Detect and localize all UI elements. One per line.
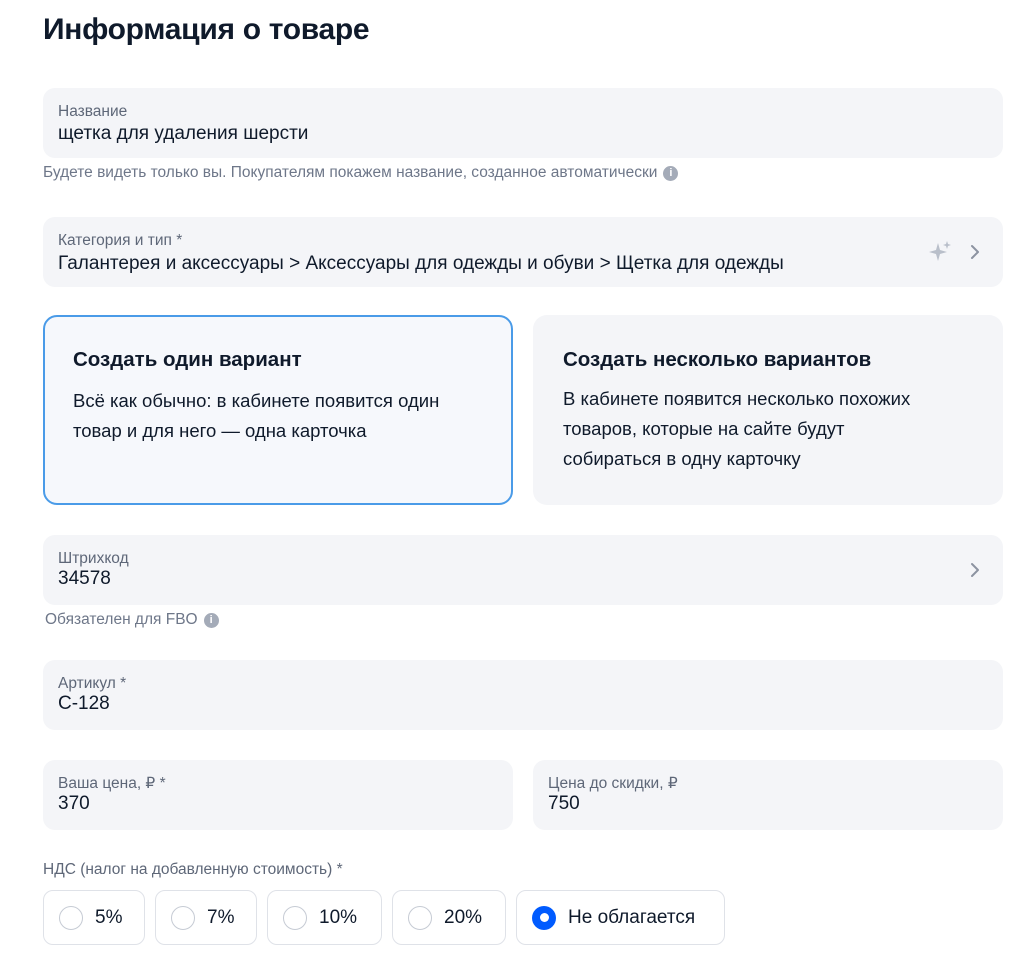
vat-option-7[interactable]: 7% — [155, 890, 257, 945]
variant-single-desc-line: товар и для него — одна карточка — [73, 420, 367, 441]
price-field[interactable]: Ваша цена, ₽ * 370 — [43, 760, 513, 830]
vat-option-5[interactable]: 5% — [43, 890, 145, 945]
chevron-right-icon[interactable] — [965, 242, 985, 262]
name-field-label: Название — [58, 103, 128, 120]
category-field-value: Галантерея и аксессуары > Аксессуары для… — [58, 253, 784, 274]
article-field[interactable]: Артикул * С-128 — [43, 660, 1003, 730]
vat-option-label: 7% — [207, 906, 235, 928]
barcode-field-label: Штрихкод — [58, 550, 129, 567]
variant-multiple-title: Создать несколько вариантов — [563, 348, 872, 371]
variant-multiple-desc: В кабинете появится несколько похожих то… — [563, 384, 910, 474]
article-field-value[interactable]: С-128 — [58, 693, 110, 715]
article-field-label: Артикул * — [58, 675, 127, 692]
price-field-label: Ваша цена, ₽ * — [58, 775, 166, 792]
old-price-field-label: Цена до скидки, ₽ — [548, 775, 678, 792]
name-field-value[interactable]: щетка для удаления шерсти — [58, 123, 308, 145]
radio-button[interactable] — [408, 905, 432, 930]
vat-option-label: Не облагается — [568, 906, 696, 928]
vat-option-label: 5% — [95, 906, 123, 928]
variant-single-card[interactable]: Создать один вариант Всё как обычно: в к… — [43, 315, 513, 505]
barcode-field-value: 34578 — [58, 568, 111, 589]
vat-option-20[interactable]: 20% — [392, 890, 506, 945]
name-field[interactable]: Название щетка для удаления шерсти — [43, 88, 1003, 158]
barcode-hint: Обязателен для FBO i — [45, 611, 219, 629]
vat-option-exempt[interactable]: Не облагается — [516, 890, 725, 945]
category-field[interactable]: Категория и тип * Галантерея и аксессуар… — [43, 217, 1003, 287]
name-hint: Будете видеть только вы. Покупателям пок… — [43, 164, 679, 182]
chevron-right-icon[interactable] — [965, 560, 985, 580]
variant-multiple-card[interactable]: Создать несколько вариантов В кабинете п… — [533, 315, 1003, 505]
variant-multiple-desc-line: В кабинете появится несколько похожих — [563, 388, 911, 409]
vat-option-10[interactable]: 10% — [267, 890, 382, 945]
radio-button[interactable] — [283, 905, 307, 930]
barcode-field[interactable]: Штрихкод 34578 — [43, 535, 1003, 605]
variant-single-title: Создать один вариант — [73, 348, 302, 371]
page-title: Информация о товаре — [43, 13, 370, 46]
radio-button-checked[interactable] — [532, 905, 556, 930]
vat-option-label: 20% — [444, 906, 483, 928]
variant-multiple-desc-line: товаров, которые на сайте будут — [563, 418, 845, 439]
old-price-field-value[interactable]: 750 — [548, 793, 580, 815]
info-icon[interactable]: i — [203, 612, 219, 628]
radio-button[interactable] — [171, 905, 195, 930]
variant-single-desc-line: Всё как обычно: в кабинете появится один — [73, 390, 440, 411]
variant-single-desc: Всё как обычно: в кабинете появится один… — [73, 386, 439, 446]
price-field-value[interactable]: 370 — [58, 793, 90, 815]
barcode-hint-text: Обязателен для FBO — [45, 611, 198, 628]
sparkle-icon[interactable] — [925, 238, 953, 266]
vat-option-label: 10% — [319, 906, 358, 928]
vat-label: НДС (налог на добавленную стоимость) * — [43, 861, 343, 878]
radio-button[interactable] — [59, 905, 83, 930]
name-hint-text: Будете видеть только вы. Покупателям пок… — [43, 164, 658, 181]
info-icon[interactable]: i — [663, 165, 679, 181]
old-price-field[interactable]: Цена до скидки, ₽ 750 — [533, 760, 1003, 830]
category-field-label: Категория и тип * — [58, 232, 183, 249]
variant-multiple-desc-line: собираться в одну карточку — [563, 448, 801, 469]
